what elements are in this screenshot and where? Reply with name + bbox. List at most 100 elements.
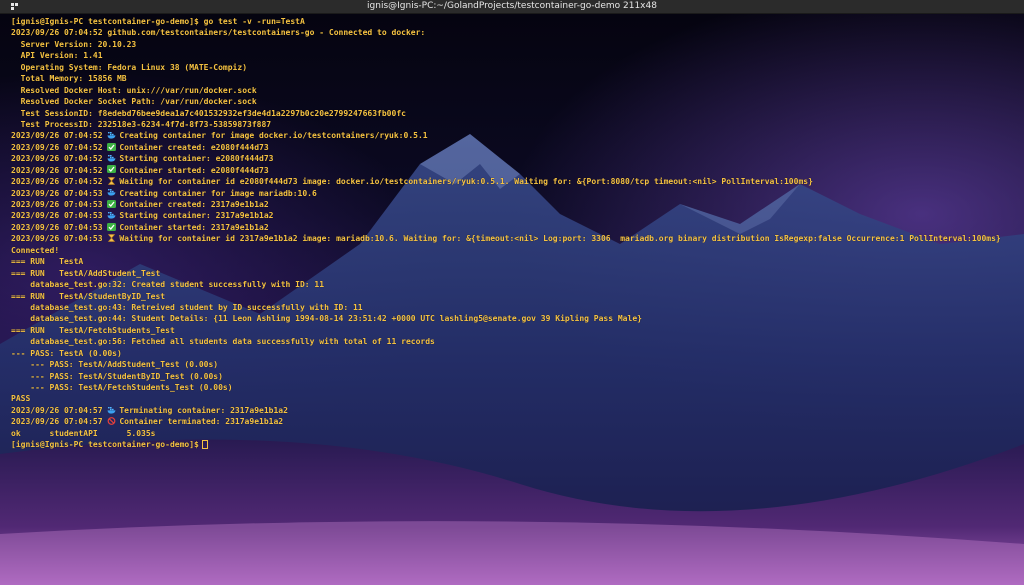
terminal-line: Server Version: 20.10.23 [11, 39, 1001, 50]
window-title: ignis@Ignis-PC:~/GolandProjects/testcont… [367, 1, 657, 11]
terminal-window: ignis@Ignis-PC:~/GolandProjects/testcont… [0, 0, 1024, 585]
check-icon [107, 165, 117, 174]
terminal-line: 2023/09/26 07:04:52 Creating container f… [11, 130, 1001, 141]
terminal-line: --- PASS: TestA/AddStudent_Test (0.00s) [11, 359, 1001, 370]
terminal-line: 2023/09/26 07:04:53 Container started: 2… [11, 222, 1001, 233]
log-timestamp: 2023/09/26 07:04:53 [11, 234, 108, 244]
log-timestamp: 2023/09/26 07:04:53 [11, 188, 108, 198]
line-text: database_test.go:32: Created student suc… [11, 280, 325, 290]
terminal-line: 2023/09/26 07:04:52 Starting container: … [11, 153, 1001, 164]
log-timestamp: 2023/09/26 07:04:53 [11, 200, 108, 209]
line-text: 2023/09/26 07:04:52 github.com/testconta… [11, 28, 426, 38]
line-text: Total Memory: 15856 MB [11, 74, 127, 84]
log-timestamp: 2023/09/26 07:04:57 [11, 405, 108, 415]
line-text: Container started: 2317a9e1b1a2 [119, 222, 269, 232]
line-text: --- PASS: TestA/FetchStudents_Test (0.00… [11, 383, 233, 392]
terminal-line: 2023/09/26 07:04:53 Starting container: … [11, 210, 1001, 221]
terminal-line: Operating System: Fedora Linux 38 (MATE-… [11, 62, 1001, 73]
line-text: Test ProcessID: 232518e3-6234-4f7d-8f73-… [11, 119, 272, 129]
line-text: Creating container for image docker.io/t… [119, 131, 428, 141]
terminal-line: 2023/09/26 07:04:52 Container created: e… [11, 142, 1001, 153]
line-text: Starting container: e2080f444d73 [119, 154, 274, 164]
terminal-line: database_test.go:56: Fetched all student… [11, 336, 1001, 347]
log-timestamp: 2023/09/26 07:04:52 [11, 177, 108, 187]
terminal-line: 2023/09/26 07:04:52 github.com/testconta… [11, 27, 1001, 38]
terminal-line: --- PASS: TestA (0.00s) [11, 348, 1001, 359]
terminal-lines: [ignis@Ignis-PC testcontainer-go-demo]$ … [11, 16, 1001, 451]
check-icon [107, 142, 117, 151]
log-timestamp: 2023/09/26 07:04:52 [11, 165, 108, 175]
terminal-line: ok studentAPI 5.035s [11, 428, 1001, 439]
line-text: Operating System: Fedora Linux 38 (MATE-… [11, 62, 248, 72]
line-text: PASS [11, 394, 31, 404]
whale-icon [107, 131, 116, 139]
line-text: database_test.go:44: Student Details: {1… [11, 314, 642, 324]
line-text: Resolved Docker Host: unix:///var/run/do… [11, 85, 257, 95]
terminal-line: === RUN TestA/StudentByID_Test [11, 291, 1001, 302]
line-text: [ignis@Ignis-PC testcontainer-go-demo]$ … [11, 17, 305, 26]
whale-icon [107, 154, 116, 162]
log-timestamp: 2023/09/26 07:04:57 [11, 417, 108, 427]
line-text: [ignis@Ignis-PC testcontainer-go-demo]$ [11, 440, 199, 450]
terminal-line: API Version: 1.41 [11, 50, 1001, 61]
terminal-line: --- PASS: TestA/FetchStudents_Test (0.00… [11, 382, 1001, 393]
line-text: Waiting for container id e2080f444d73 im… [119, 177, 813, 187]
terminal-line: database_test.go:44: Student Details: {1… [11, 313, 1001, 324]
terminal-line: Test SessionID: f8edebd76bee9dea1a7c4015… [11, 108, 1001, 119]
line-text: Creating container for image mariadb:10.… [119, 188, 317, 198]
log-timestamp: 2023/09/26 07:04:52 [11, 142, 108, 152]
terminal-line: database_test.go:32: Created student suc… [11, 279, 1001, 290]
terminal-line: 2023/09/26 07:04:53 Creating container f… [11, 188, 1001, 199]
terminal-line: 2023/09/26 07:04:53 Waiting for containe… [11, 233, 1001, 244]
log-timestamp: 2023/09/26 07:04:52 [11, 154, 108, 164]
log-timestamp: 2023/09/26 07:04:52 [11, 131, 108, 141]
whale-icon [107, 406, 116, 414]
terminal-line: PASS [11, 393, 1001, 404]
terminal-line: === RUN TestA [11, 256, 1001, 267]
line-text: --- PASS: TestA (0.00s) [11, 348, 122, 358]
line-text: ok studentAPI 5.035s [11, 428, 156, 438]
terminal-line: 2023/09/26 07:04:57 Terminating containe… [11, 405, 1001, 416]
terminal-cursor[interactable] [201, 440, 208, 450]
terminal-line: Test ProcessID: 232518e3-6234-4f7d-8f73-… [11, 119, 1001, 130]
line-text: Connected! [11, 245, 60, 255]
terminal-line: --- PASS: TestA/StudentByID_Test (0.00s) [11, 371, 1001, 382]
line-text: --- PASS: TestA/AddStudent_Test (0.00s) [11, 360, 219, 370]
line-text: Starting container: 2317a9e1b1a2 [119, 211, 274, 221]
terminal-app-icon[interactable] [11, 3, 19, 10]
line-text: === RUN TestA/FetchStudents_Test [11, 325, 175, 335]
terminal-line: [ignis@Ignis-PC testcontainer-go-demo]$ [11, 439, 1001, 450]
terminal-line: Resolved Docker Host: unix:///var/run/do… [11, 85, 1001, 96]
whale-icon [107, 211, 116, 219]
terminal-line: === RUN TestA/AddStudent_Test [11, 268, 1001, 279]
title-bar[interactable]: ignis@Ignis-PC:~/GolandProjects/testcont… [0, 0, 1024, 14]
terminal-line: 2023/09/26 07:04:52 Waiting for containe… [11, 176, 1001, 187]
line-text: database_test.go:43: Retreived student b… [11, 302, 363, 312]
terminal-line: === RUN TestA/FetchStudents_Test [11, 325, 1001, 336]
line-text: Resolved Docker Socket Path: /var/run/do… [11, 97, 257, 107]
line-text: API Version: 1.41 [11, 51, 103, 61]
line-text: === RUN TestA/StudentByID_Test [11, 291, 166, 301]
terminal-line: 2023/09/26 07:04:53 Container created: 2… [11, 199, 1001, 210]
terminal-output-area[interactable]: [ignis@Ignis-PC testcontainer-go-demo]$ … [0, 14, 1024, 585]
line-text: Container created: 2317a9e1b1a2 [119, 200, 269, 209]
log-timestamp: 2023/09/26 07:04:53 [11, 211, 108, 221]
line-text: Waiting for container id 2317a9e1b1a2 im… [119, 234, 1001, 244]
line-text: Server Version: 20.10.23 [11, 39, 137, 49]
line-text: Container terminated: 2317a9e1b1a2 [119, 417, 284, 427]
line-text: Container started: e2080f444d73 [119, 165, 269, 175]
terminal-line: 2023/09/26 07:04:52 Container started: e… [11, 165, 1001, 176]
whale-icon [107, 188, 116, 196]
check-icon [107, 222, 117, 231]
terminal-line: Resolved Docker Socket Path: /var/run/do… [11, 96, 1001, 107]
check-icon [107, 199, 117, 208]
line-text: === RUN TestA/AddStudent_Test [11, 268, 161, 278]
terminal-line: 2023/09/26 07:04:57 Container terminated… [11, 416, 1001, 427]
hourglass-icon [107, 177, 116, 185]
hourglass-icon [107, 234, 116, 242]
line-text: database_test.go:56: Fetched all student… [11, 337, 435, 347]
terminal-line: [ignis@Ignis-PC testcontainer-go-demo]$ … [11, 16, 1001, 27]
line-text: --- PASS: TestA/StudentByID_Test (0.00s) [11, 371, 223, 381]
line-text: === RUN TestA [11, 257, 84, 267]
prohibited-icon [107, 417, 116, 425]
